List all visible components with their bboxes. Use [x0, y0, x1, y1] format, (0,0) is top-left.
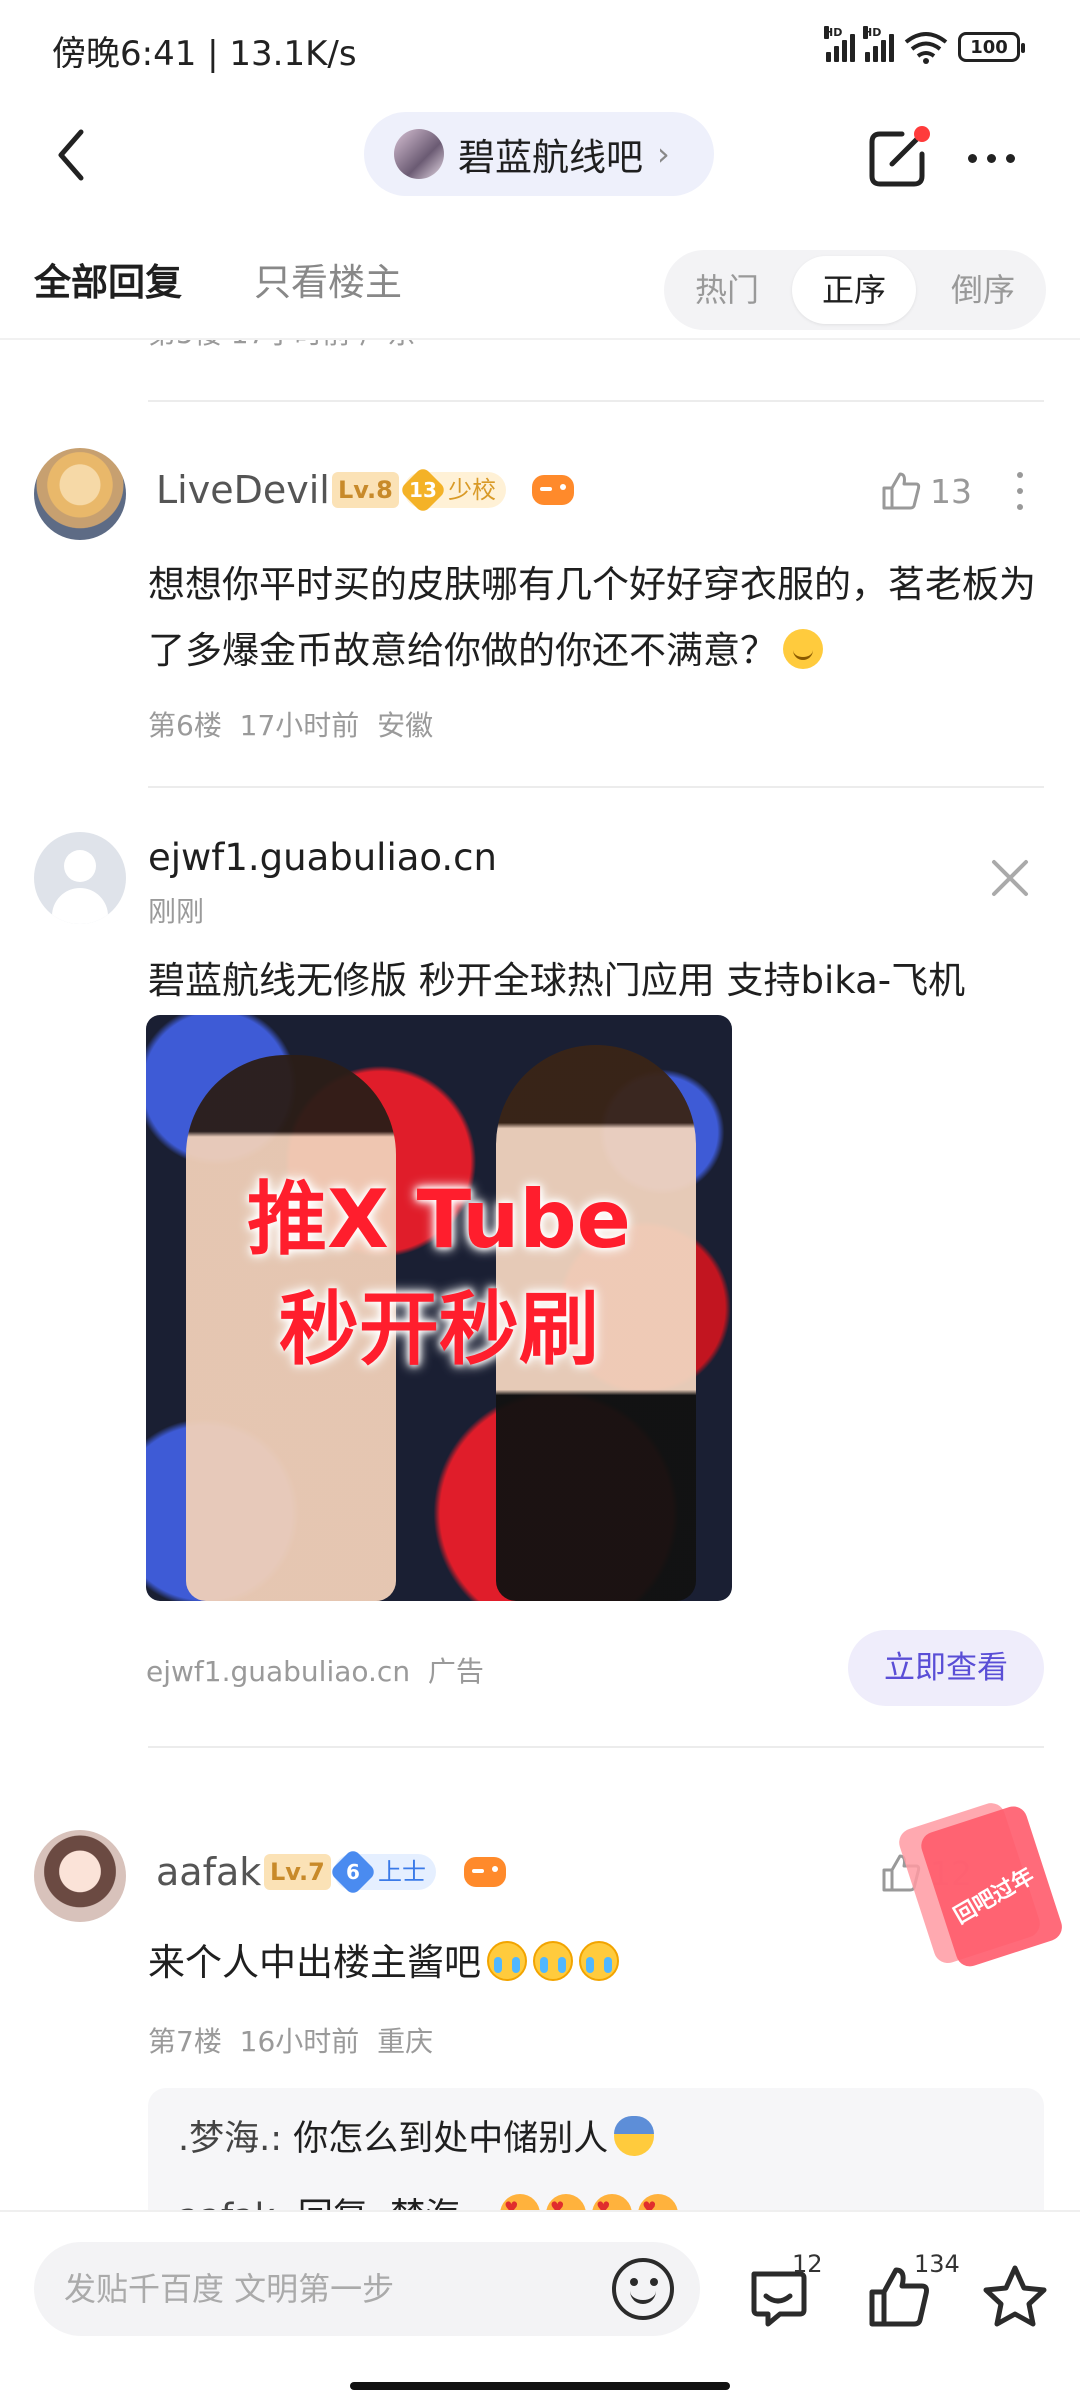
- reply-user: .梦海.:: [178, 2119, 283, 2159]
- post-meta: 第7楼 16小时前 重庆: [148, 2025, 434, 2058]
- close-icon: [992, 860, 1028, 896]
- chevron-left-icon: [58, 129, 84, 181]
- ad-tag: 广告: [427, 1655, 484, 1688]
- rank-badge: 13 少校: [398, 465, 506, 515]
- like-count: 134: [914, 2250, 960, 2278]
- back-button[interactable]: [40, 120, 100, 190]
- emoji-crying-icon: [487, 1941, 527, 1981]
- avatar[interactable]: [34, 448, 126, 540]
- like-count: 13: [930, 471, 972, 511]
- ad-cta-button[interactable]: 立即查看: [848, 1630, 1044, 1706]
- rank-title: 少校: [448, 476, 496, 504]
- red-envelope-button[interactable]: 回吧过年: [883, 1781, 1075, 1980]
- rank-title: 上士: [378, 1858, 426, 1886]
- like-button[interactable]: 13: [880, 470, 972, 512]
- more-vertical-icon: [1017, 472, 1023, 478]
- post-content: 来个人中出楼主酱吧: [148, 1930, 619, 1996]
- post-content: 想想你平时买的皮肤哪有几个好好穿衣服的，茗老板为了多爆金币故意给你做的你还不满意…: [148, 563, 1036, 672]
- wifi-icon: [904, 32, 948, 64]
- signal-icon: HD: [824, 26, 855, 62]
- rank-badge: 6 上士: [328, 1847, 436, 1897]
- edit-button[interactable]: [862, 124, 932, 194]
- username[interactable]: LiveDevil: [156, 468, 330, 512]
- level-badge: Lv.7: [264, 1854, 331, 1890]
- bottom-bar: 12 134: [0, 2210, 1080, 2400]
- divider: [148, 786, 1044, 788]
- status-time: 傍晚6:41 | 13.1K/s: [52, 34, 357, 74]
- forum-avatar: [394, 129, 444, 179]
- level-badge: Lv.8: [332, 472, 399, 508]
- rank-number: 13: [409, 478, 437, 502]
- signal-icon-2: HD: [863, 26, 894, 62]
- emoji-fearful-icon: [614, 2116, 655, 2156]
- game-controller-icon: [464, 1857, 506, 1887]
- favorite-button[interactable]: [980, 2262, 1050, 2332]
- rank-number: 6: [346, 1859, 360, 1884]
- ad-image[interactable]: 推X Tube 秒开秒刷: [146, 1015, 732, 1601]
- thumb-up-icon: [882, 472, 921, 510]
- forum-name: 碧蓝航线吧: [458, 136, 643, 179]
- status-icons: HD HD 100: [824, 26, 1025, 64]
- game-controller-icon: [532, 475, 574, 505]
- chevron-right-icon: ›: [657, 135, 670, 173]
- emoji-smile-icon: [783, 629, 823, 669]
- ad-domain[interactable]: ejwf1.guabuliao.cn: [148, 836, 497, 879]
- battery-icon: 100: [958, 32, 1025, 62]
- reply-filter-bar: 全部回复 只看楼主 热门 正序 倒序: [0, 230, 1080, 340]
- nav-bar: 碧蓝航线吧 ›: [0, 100, 1080, 210]
- more-button[interactable]: [956, 128, 1026, 188]
- emoji-crying-icon: [533, 1941, 573, 1981]
- reply-item: .梦海.: 你怎么到处中储别人: [178, 2110, 655, 2161]
- star-icon: [983, 2265, 1047, 2327]
- notification-dot: [914, 126, 930, 142]
- post-meta: 第6楼 17小时前 安徽: [148, 709, 434, 742]
- comment-input[interactable]: [34, 2242, 700, 2336]
- sort-toggle: 热门 正序 倒序: [664, 250, 1046, 330]
- tab-op-only[interactable]: 只看楼主: [254, 252, 402, 306]
- divider: [148, 1746, 1044, 1748]
- emoji-icon[interactable]: [612, 2258, 674, 2320]
- emoji-crying-icon: [579, 1941, 619, 1981]
- home-indicator[interactable]: [350, 2382, 730, 2390]
- avatar[interactable]: [34, 1830, 126, 1922]
- close-button[interactable]: [988, 856, 1032, 900]
- tab-all-replies[interactable]: 全部回复: [34, 252, 182, 306]
- sort-descending[interactable]: 倒序: [920, 250, 1046, 330]
- ad-image-text-line1: 推X Tube: [247, 1173, 631, 1266]
- username[interactable]: aafak: [156, 1850, 261, 1894]
- ad-timestamp: 刚刚: [148, 895, 205, 928]
- ad-image-caption: 推X Tube 秒开秒刷: [146, 1165, 732, 1385]
- sort-ascending[interactable]: 正序: [792, 256, 916, 324]
- ad-avatar: [34, 832, 126, 924]
- ad-title: 碧蓝航线无修版 秒开全球热门应用 支持bika-飞机: [148, 959, 966, 1002]
- comment-count: 12: [792, 2250, 823, 2278]
- forum-link[interactable]: 碧蓝航线吧 ›: [364, 112, 714, 196]
- more-horizontal-icon: [967, 153, 977, 163]
- post-menu-button[interactable]: [1010, 466, 1030, 516]
- sort-hot[interactable]: 热门: [664, 250, 790, 330]
- divider: [148, 400, 1044, 402]
- ad-source: ejwf1.guabuliao.cn 广告: [146, 1655, 484, 1688]
- ad-image-text-line2: 秒开秒刷: [279, 1283, 599, 1376]
- status-bar: 傍晚6:41 | 13.1K/s HD HD 100: [0, 0, 1080, 100]
